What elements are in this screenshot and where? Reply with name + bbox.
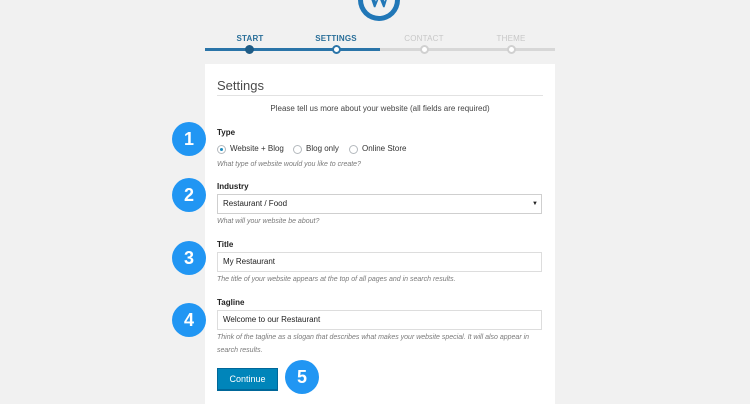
intro-text: Please tell us more about your website (… [270,104,490,113]
industry-help-text: What will your website be about? [217,218,320,225]
tagline-input[interactable]: Welcome to our Restaurant [217,310,542,330]
title-input[interactable]: My Restaurant [217,252,542,272]
radio-label: Blog only [306,144,339,153]
logo-letter: W [367,0,391,13]
callout-badge-3: 3 [172,241,206,275]
title-label: Title [217,240,234,249]
type-help-text: What type of website would you like to c… [217,161,361,168]
industry-label: Industry [217,182,249,191]
progress-track [205,48,555,51]
chevron-down-icon: ▼ [532,201,538,207]
step-theme-label: THEME [496,34,526,43]
setup-progress-steps: START SETTINGS CONTACT THEME [205,30,555,56]
callout-badge-1: 1 [172,122,206,156]
industry-selected-value: Restaurant / Food [223,199,288,208]
radio-unchecked-icon [293,145,302,154]
radio-label: Website + Blog [230,144,284,153]
type-label: Type [217,128,236,137]
step-start-dot [245,45,254,54]
callout-badge-5: 5 [285,360,319,394]
progress-fill [205,48,380,51]
radio-label: Online Store [362,144,407,153]
step-contact-dot [420,45,429,54]
title-help-text: The title of your website appears at the… [217,276,456,283]
wordpress-logo-icon: W [358,0,400,21]
tagline-help-text: Think of the tagline as a slogan that de… [217,331,529,357]
continue-button[interactable]: Continue [217,368,278,390]
step-settings-label: SETTINGS [315,34,357,43]
radio-checked-icon [217,145,226,154]
industry-select[interactable]: Restaurant / Food ▼ [217,194,542,214]
callout-badge-2: 2 [172,178,206,212]
title-divider [217,95,543,96]
tagline-help-line-1: Think of the tagline as a slogan that de… [217,334,530,341]
title-input-value: My Restaurant [223,257,276,266]
step-theme-dot [507,45,516,54]
callout-badge-4: 4 [172,303,206,337]
tagline-input-value: Welcome to our Restaurant [223,315,321,324]
panel-title: Settings [217,78,264,93]
radio-unchecked-icon [349,145,358,154]
step-settings-dot [332,45,341,54]
settings-panel: Settings Please tell us more about your … [205,64,555,404]
tagline-label: Tagline [217,298,245,307]
step-contact-label: CONTACT [404,34,444,43]
step-start-label: START [236,34,264,43]
tagline-help-line-2: search results. [217,347,263,354]
